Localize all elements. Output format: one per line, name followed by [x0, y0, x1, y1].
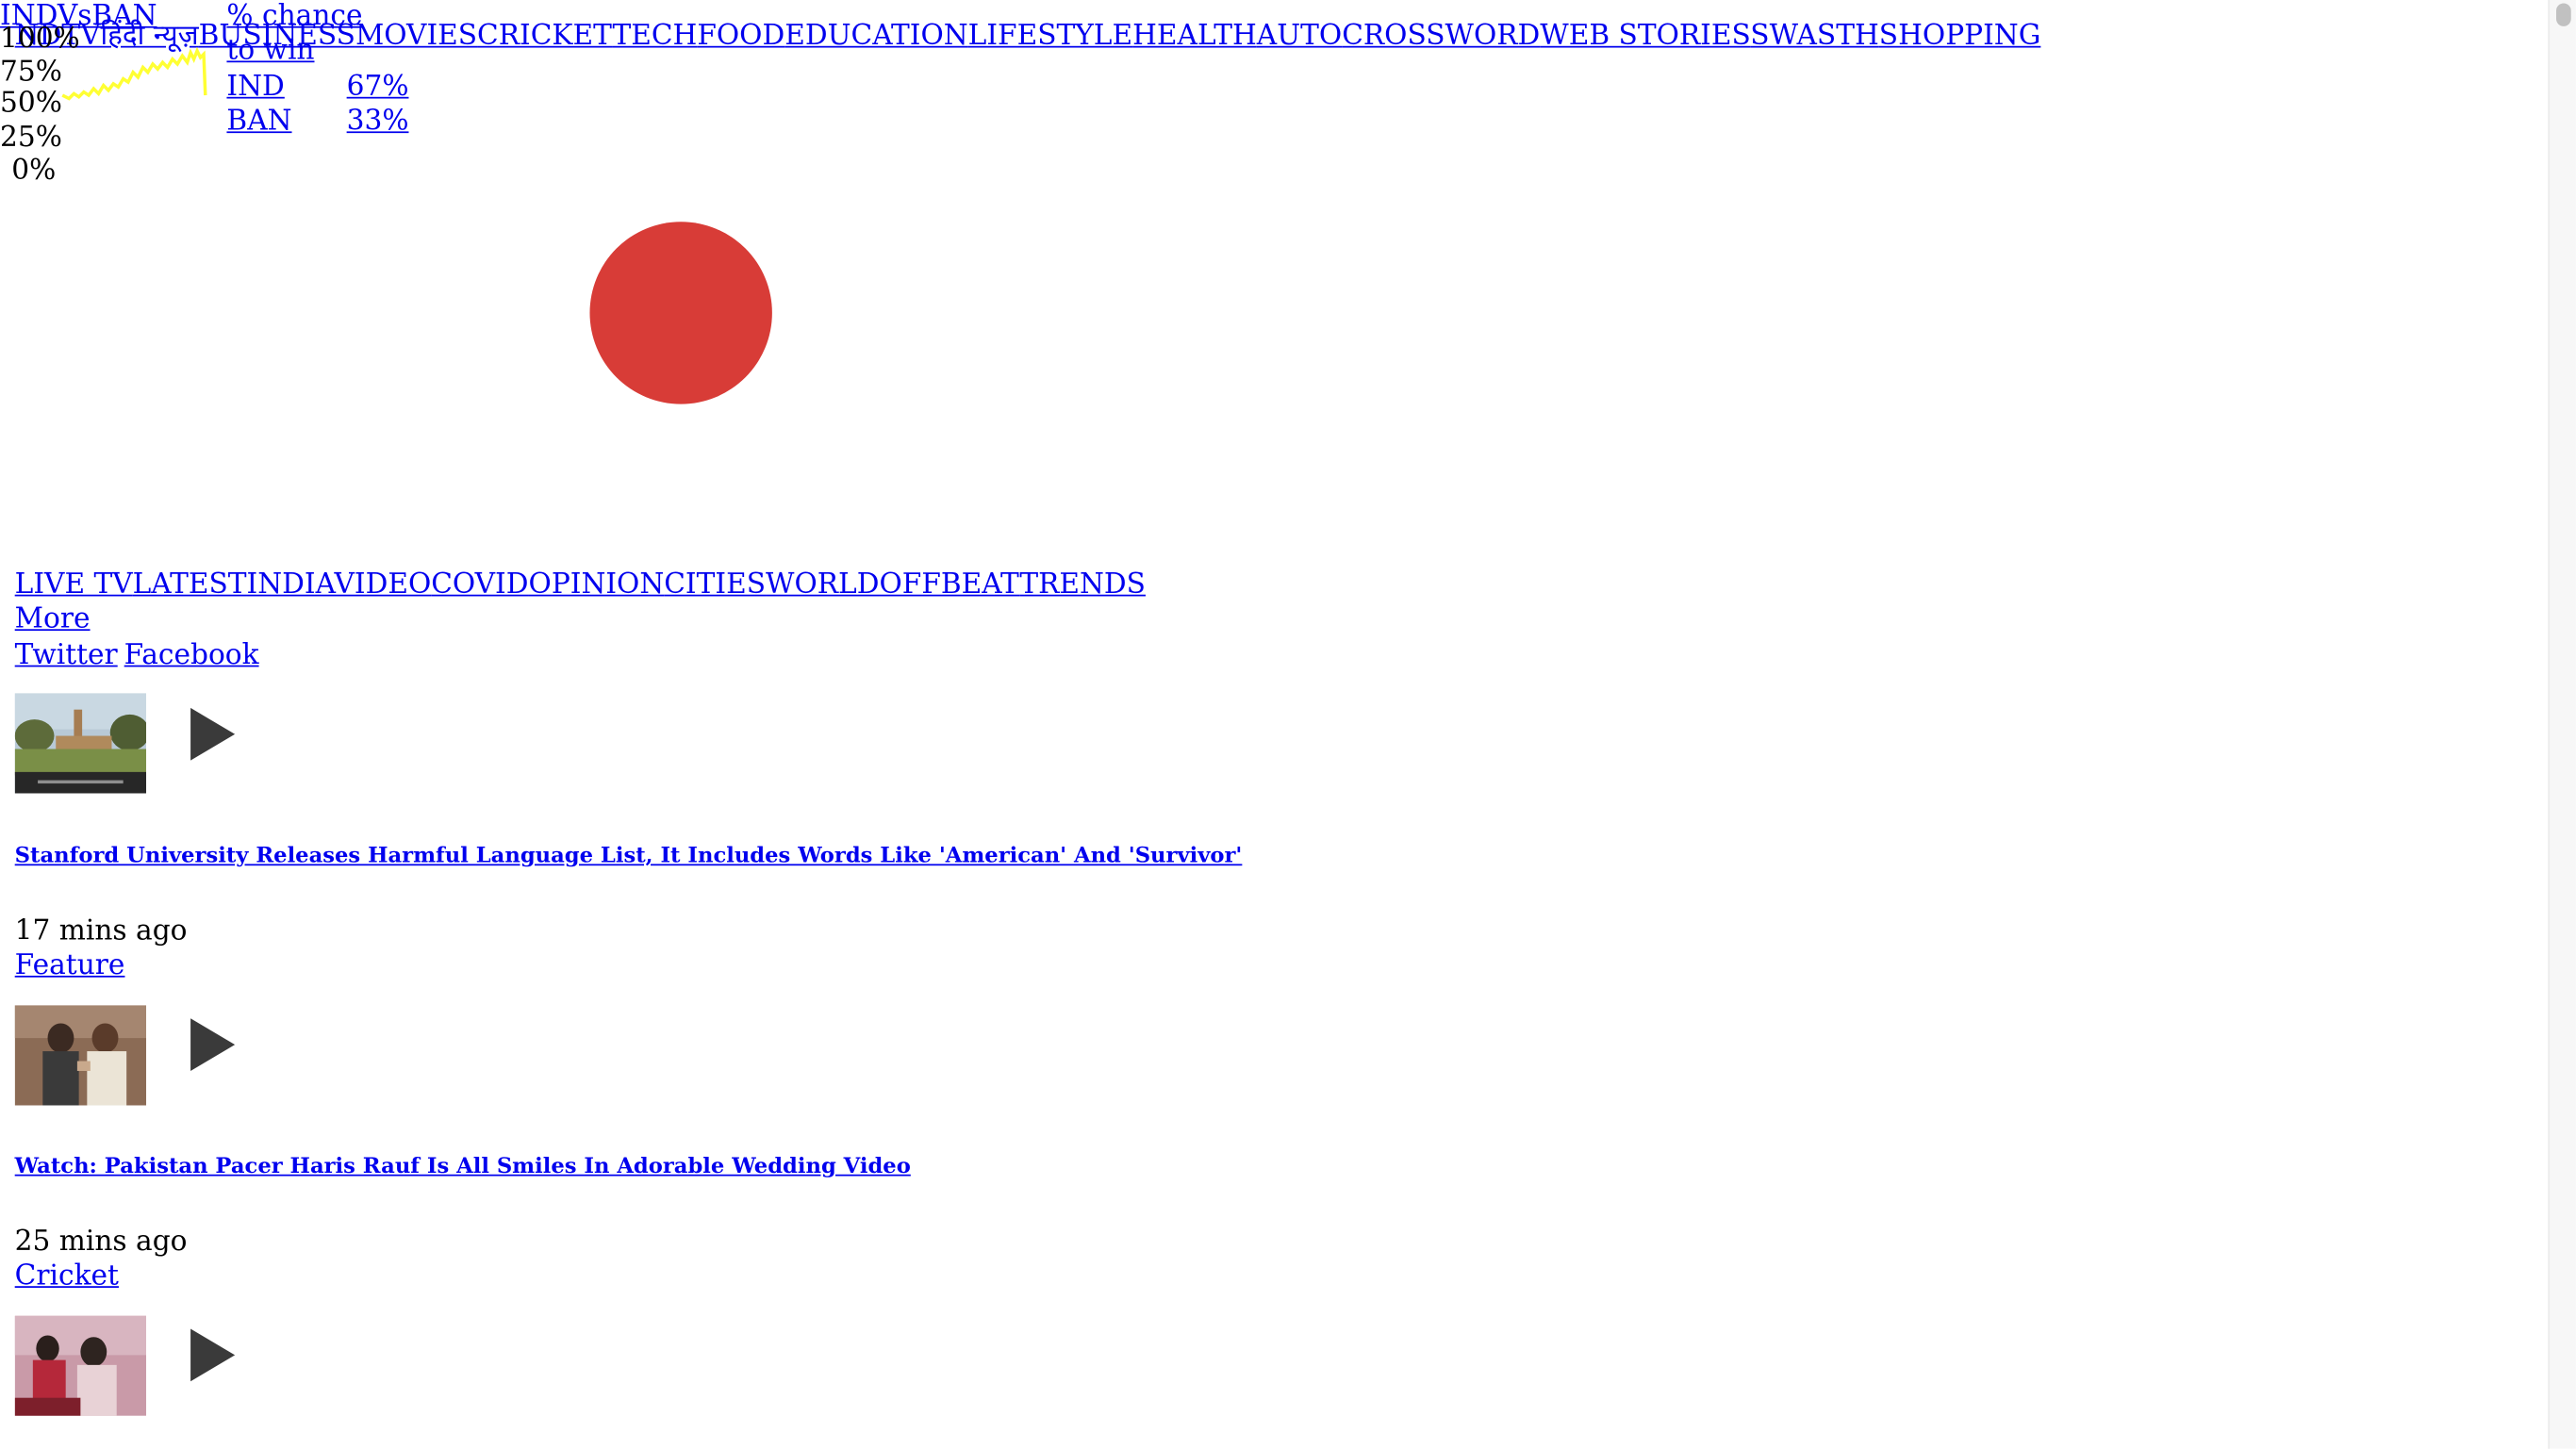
nav-opinion[interactable]: OPINION — [529, 568, 665, 601]
nav-health[interactable]: HEALTH — [1132, 20, 1257, 53]
twitter-link[interactable]: Twitter — [15, 639, 118, 672]
story-thumbnail[interactable] — [14, 1315, 147, 1416]
nav-live-tv[interactable]: LIVE TV — [15, 568, 133, 601]
story-time: 25 mins ago — [14, 1225, 188, 1259]
nav-shopping[interactable]: SHOPPING — [1879, 20, 2041, 53]
nav-trends[interactable]: TRENDS — [1019, 568, 1146, 601]
promo-circle — [589, 222, 772, 404]
nav-world[interactable]: WORLD — [766, 568, 879, 601]
y-tick-75: 75% — [0, 56, 62, 90]
nav-education[interactable]: EDUCATION — [784, 20, 967, 53]
celebration-photo — [14, 1315, 147, 1416]
chance-label-line2[interactable]: to win — [226, 35, 314, 70]
nav-covid[interactable]: COVID — [431, 568, 528, 601]
page: NDTVहिंदी न्यूज़BUSINESSMOVIESCRICKETTEC… — [0, 0, 2576, 1449]
more-link[interactable]: More — [15, 602, 91, 637]
story-headline[interactable]: Watch: Pakistan Pacer Haris Rauf Is All … — [15, 1155, 911, 1181]
nav-swasth[interactable]: SWASTH — [1750, 20, 1879, 53]
team-ind-pct[interactable]: 67% — [347, 71, 409, 106]
story-thumbnail[interactable] — [14, 693, 147, 794]
story-category-link[interactable]: Feature — [15, 949, 125, 984]
chance-label[interactable]: % chance — [226, 0, 362, 35]
play-icon[interactable] — [184, 1326, 239, 1385]
team-ban-name[interactable]: BAN — [226, 106, 291, 140]
play-icon[interactable] — [184, 1015, 239, 1075]
facebook-link[interactable]: Facebook — [124, 639, 259, 672]
y-tick-25: 25% — [0, 121, 62, 155]
social-links: Twitter Facebook — [15, 639, 266, 674]
nav-movies[interactable]: MOVIES — [355, 20, 477, 53]
scrollbar-thumb[interactable] — [2556, 3, 2571, 26]
nav-auto[interactable]: AUTO — [1257, 20, 1342, 53]
nav-latest[interactable]: LATEST — [133, 568, 247, 601]
nav-cities[interactable]: CITIES — [664, 568, 766, 601]
win-probability-line — [61, 46, 207, 101]
nav-offbeat[interactable]: OFFBEAT — [879, 568, 1019, 601]
nav-lifestyle[interactable]: LIFESTYLE — [968, 20, 1132, 53]
nav-india[interactable]: INDIA — [247, 568, 335, 601]
nav-tech[interactable]: TECH — [612, 20, 697, 53]
wedding-photo — [14, 1005, 147, 1106]
story-category-link[interactable]: Cricket — [15, 1260, 119, 1294]
nav-food[interactable]: FOOD — [697, 20, 784, 53]
story-headline[interactable]: Stanford University Releases Harmful Lan… — [15, 845, 1243, 871]
nav-cricket[interactable]: CRICKET — [477, 20, 612, 53]
nav-web-stories[interactable]: WEB STORIES — [1540, 20, 1750, 53]
team-ind-name[interactable]: IND — [226, 71, 284, 106]
story-time: 17 mins ago — [14, 914, 188, 948]
nav-crossword[interactable]: CROSSWORD — [1342, 20, 1540, 53]
section-nav: LIVE TVLATESTINDIAVIDEOCOVIDOPINIONCITIE… — [15, 568, 1146, 603]
campus-photo — [14, 693, 147, 794]
team-ban-pct[interactable]: 33% — [347, 106, 409, 140]
y-tick-100: 100% — [0, 23, 80, 57]
y-tick-50: 50% — [0, 87, 62, 121]
y-tick-0: 0% — [11, 154, 57, 188]
scrollbar[interactable] — [2548, 0, 2576, 1449]
win-probability-sparkline — [61, 46, 207, 101]
play-icon[interactable] — [184, 704, 239, 764]
story-thumbnail[interactable] — [14, 1005, 147, 1106]
nav-video[interactable]: VIDEO — [335, 568, 432, 601]
